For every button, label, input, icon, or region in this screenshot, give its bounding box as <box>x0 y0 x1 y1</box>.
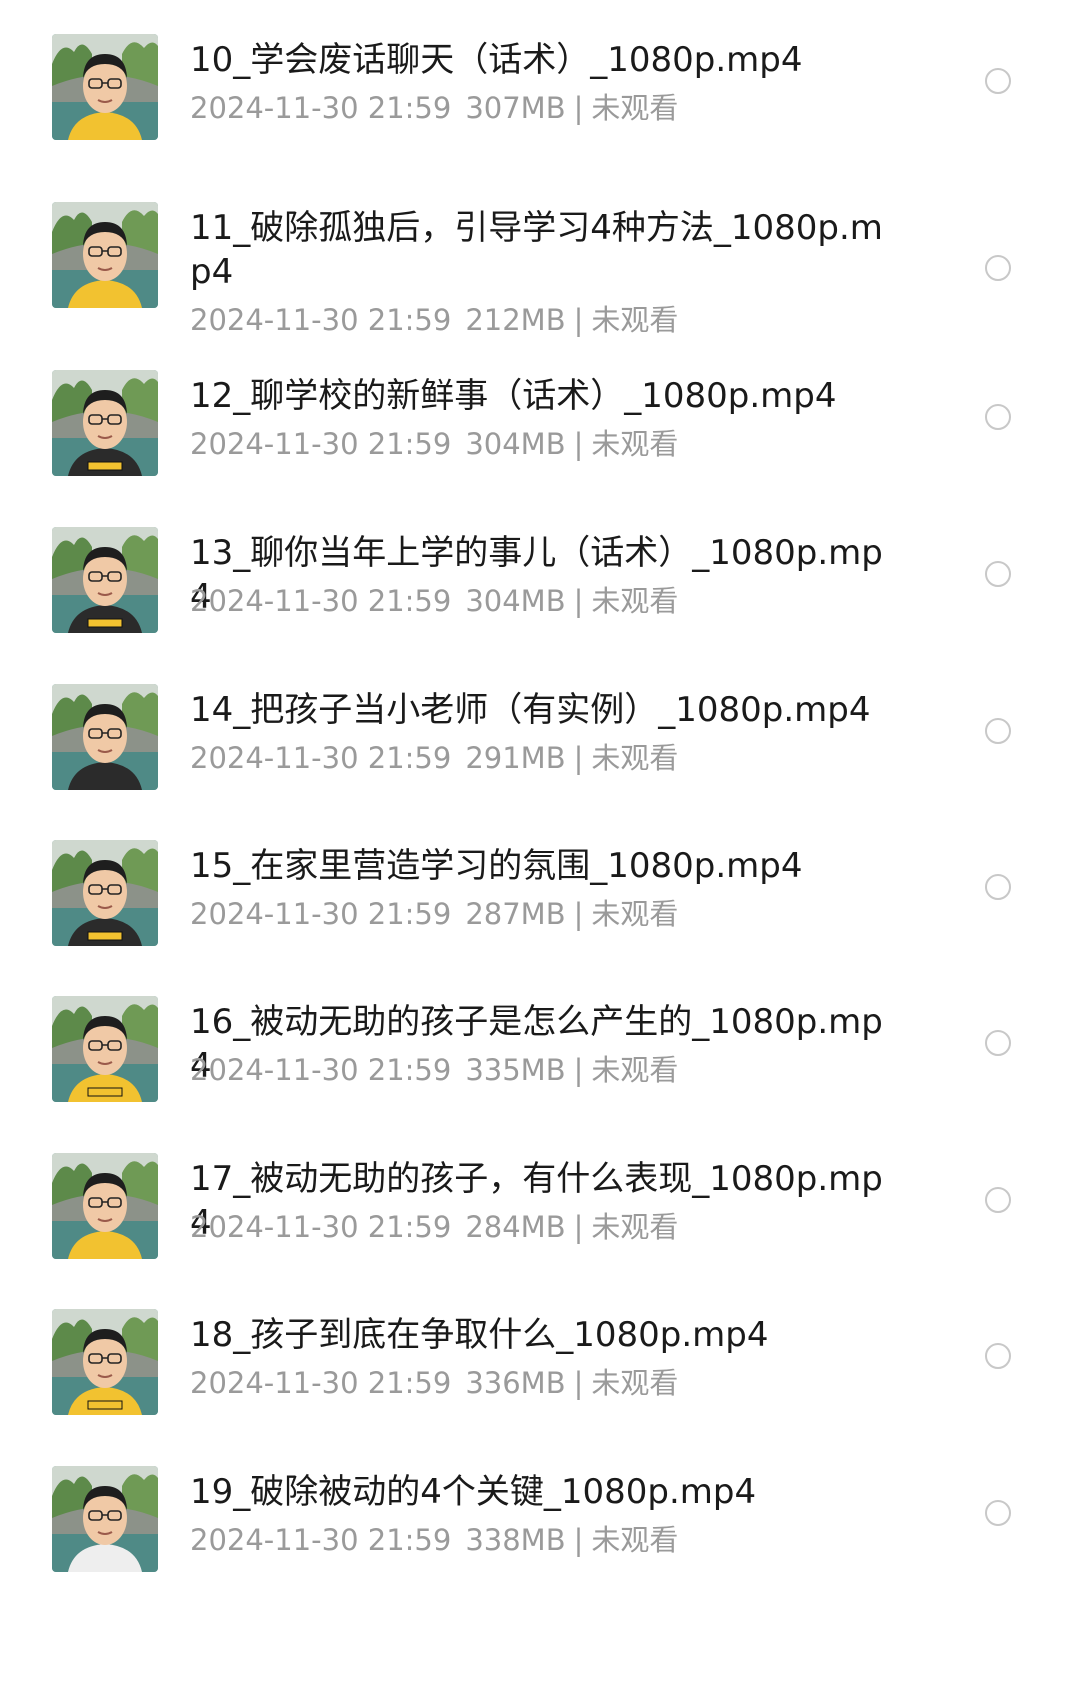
radio-unchecked-icon[interactable] <box>985 1030 1011 1056</box>
meta-separator: | <box>573 584 584 618</box>
file-meta: 2024-11-30 21:59 304MB | 未观看 <box>190 426 678 462</box>
video-file-list: 10_学会废话聊天（话术）_1080p.mp4 2024-11-30 21:59… <box>0 0 1077 1682</box>
meta-separator: | <box>573 303 584 337</box>
list-item[interactable]: 19_破除被动的4个关键_1080p.mp4 2024-11-30 21:59 3… <box>0 1454 1077 1622</box>
file-meta: 2024-11-30 21:59 287MB | 未观看 <box>190 896 678 932</box>
watch-status: 未观看 <box>591 741 679 775</box>
file-date: 2024-11-30 21:59 <box>190 91 452 125</box>
radio-unchecked-icon[interactable] <box>985 1187 1011 1213</box>
file-meta: 2024-11-30 21:59 338MB | 未观看 <box>190 1522 678 1558</box>
file-name: 11_破除孤独后，引导学习4种方法_1080p.mp4 <box>190 208 883 292</box>
file-size: 284MB <box>465 1210 566 1244</box>
file-date: 2024-11-30 21:59 <box>190 1053 452 1087</box>
file-size: 212MB <box>465 303 566 337</box>
file-size: 291MB <box>465 741 566 775</box>
file-meta: 2024-11-30 21:59 307MB | 未观看 <box>190 90 678 126</box>
watch-status: 未观看 <box>591 427 679 461</box>
video-thumbnail-icon[interactable] <box>52 34 158 140</box>
video-thumbnail-icon[interactable] <box>52 202 158 308</box>
watch-status: 未观看 <box>591 1523 679 1557</box>
watch-status: 未观看 <box>591 303 679 337</box>
radio-unchecked-icon[interactable] <box>985 561 1011 587</box>
video-thumbnail-icon[interactable] <box>52 684 158 790</box>
list-item[interactable]: 12_聊学校的新鲜事（话术）_1080p.mp4 2024-11-30 21:5… <box>0 358 1077 526</box>
file-meta: 2024-11-30 21:59 291MB | 未观看 <box>190 740 678 776</box>
watch-status: 未观看 <box>591 1053 679 1087</box>
radio-unchecked-icon[interactable] <box>985 255 1011 281</box>
video-thumbnail-icon[interactable] <box>52 527 158 633</box>
list-item[interactable]: 15_在家里营造学习的氛围_1080p.mp4 2024-11-30 21:59… <box>0 828 1077 996</box>
file-name: 18_孩子到底在争取什么_1080p.mp4 <box>190 1315 769 1355</box>
file-meta: 2024-11-30 21:59 284MB | 未观看 <box>190 1209 678 1245</box>
file-date: 2024-11-30 21:59 <box>190 1210 452 1244</box>
file-name: 15_在家里营造学习的氛围_1080p.mp4 <box>190 846 803 886</box>
video-thumbnail-icon[interactable] <box>52 1466 158 1572</box>
video-thumbnail-icon[interactable] <box>52 1309 158 1415</box>
meta-separator: | <box>573 741 584 775</box>
radio-unchecked-icon[interactable] <box>985 874 1011 900</box>
file-name: 14_把孩子当小老师（有实例）_1080p.mp4 <box>190 690 871 730</box>
radio-unchecked-icon[interactable] <box>985 718 1011 744</box>
meta-separator: | <box>573 427 584 461</box>
file-date: 2024-11-30 21:59 <box>190 741 452 775</box>
file-size: 304MB <box>465 584 566 618</box>
video-thumbnail-icon[interactable] <box>52 1153 158 1259</box>
meta-separator: | <box>573 1523 584 1557</box>
meta-separator: | <box>573 91 584 125</box>
radio-unchecked-icon[interactable] <box>985 1500 1011 1526</box>
file-size: 287MB <box>465 897 566 931</box>
file-meta: 2024-11-30 21:59 304MB | 未观看 <box>190 583 678 619</box>
radio-unchecked-icon[interactable] <box>985 68 1011 94</box>
file-name: 12_聊学校的新鲜事（话术）_1080p.mp4 <box>190 376 837 416</box>
watch-status: 未观看 <box>591 91 679 125</box>
file-date: 2024-11-30 21:59 <box>190 897 452 931</box>
file-size: 336MB <box>465 1366 566 1400</box>
file-date: 2024-11-30 21:59 <box>190 584 452 618</box>
list-item[interactable]: 17_被动无助的孩子，有什么表现_1080p.mp4 2024-11-30 21… <box>0 1141 1077 1309</box>
file-meta: 2024-11-30 21:59 212MB | 未观看 <box>190 302 678 338</box>
video-thumbnail-icon[interactable] <box>52 840 158 946</box>
file-date: 2024-11-30 21:59 <box>190 303 452 337</box>
file-name: 19_破除被动的4个关键_1080p.mp4 <box>190 1472 757 1512</box>
radio-unchecked-icon[interactable] <box>985 1343 1011 1369</box>
list-item[interactable]: 18_孩子到底在争取什么_1080p.mp4 2024-11-30 21:59 3… <box>0 1297 1077 1465</box>
watch-status: 未观看 <box>591 584 679 618</box>
video-thumbnail-icon[interactable] <box>52 370 158 476</box>
meta-separator: | <box>573 1053 584 1087</box>
video-thumbnail-icon[interactable] <box>52 996 158 1102</box>
file-meta: 2024-11-30 21:59 336MB | 未观看 <box>190 1365 678 1401</box>
meta-separator: | <box>573 1366 584 1400</box>
list-item[interactable]: 14_把孩子当小老师（有实例）_1080p.mp4 2024-11-30 21:… <box>0 672 1077 840</box>
list-item[interactable]: 11_破除孤独后，引导学习4种方法_1080p.mp4 2024-11-30 2… <box>0 190 1077 358</box>
file-date: 2024-11-30 21:59 <box>190 427 452 461</box>
file-meta: 2024-11-30 21:59 335MB | 未观看 <box>190 1052 678 1088</box>
file-size: 338MB <box>465 1523 566 1557</box>
file-size: 304MB <box>465 427 566 461</box>
meta-separator: | <box>573 1210 584 1244</box>
radio-unchecked-icon[interactable] <box>985 404 1011 430</box>
list-item[interactable]: 13_聊你当年上学的事儿（话术）_1080p.mp4 2024-11-30 21… <box>0 515 1077 683</box>
file-date: 2024-11-30 21:59 <box>190 1523 452 1557</box>
list-item[interactable]: 10_学会废话聊天（话术）_1080p.mp4 2024-11-30 21:59… <box>0 22 1077 190</box>
file-size: 335MB <box>465 1053 566 1087</box>
list-item[interactable]: 16_被动无助的孩子是怎么产生的_1080p.mp4 2024-11-30 21… <box>0 984 1077 1152</box>
file-date: 2024-11-30 21:59 <box>190 1366 452 1400</box>
file-size: 307MB <box>465 91 566 125</box>
watch-status: 未观看 <box>591 1210 679 1244</box>
watch-status: 未观看 <box>591 1366 679 1400</box>
meta-separator: | <box>573 897 584 931</box>
file-name: 10_学会废话聊天（话术）_1080p.mp4 <box>190 40 803 80</box>
watch-status: 未观看 <box>591 897 679 931</box>
